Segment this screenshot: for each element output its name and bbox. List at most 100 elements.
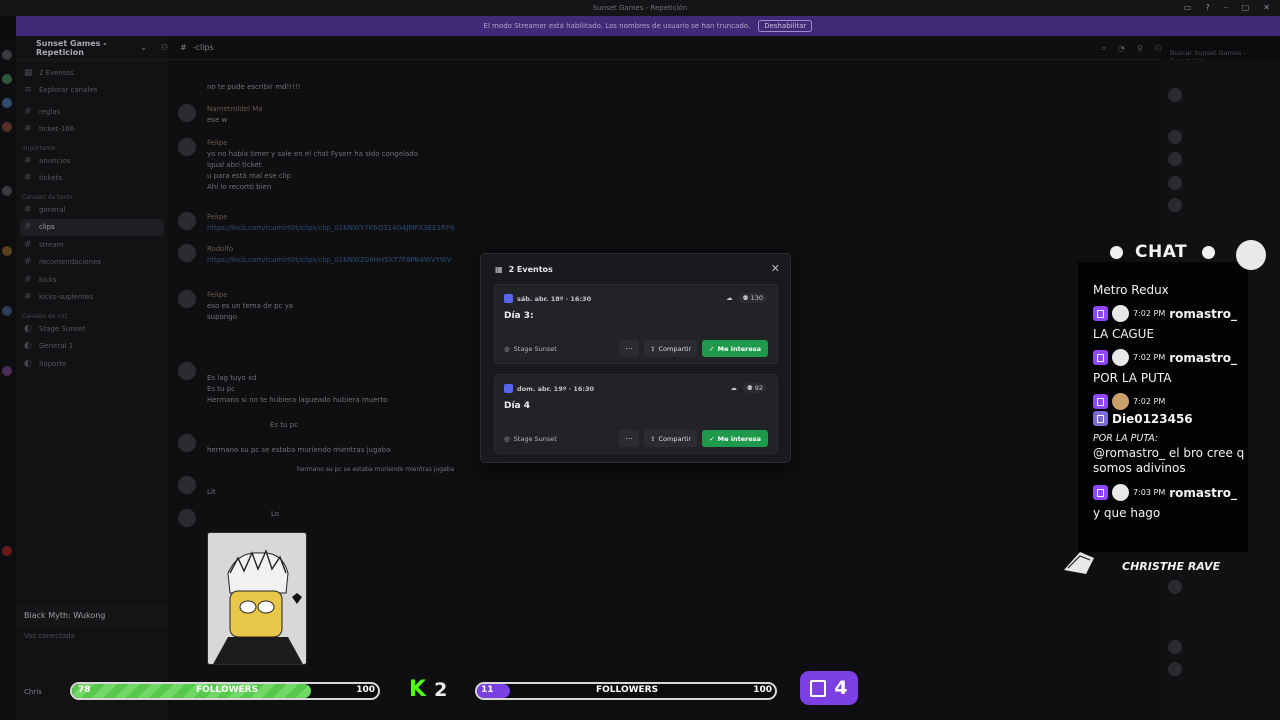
goal-count: 100 <box>753 685 772 695</box>
channel-item[interactable]: # reglas <box>16 103 168 121</box>
image-attachment[interactable] <box>207 532 307 665</box>
avatar[interactable] <box>178 244 196 262</box>
members-icon[interactable]: ⚇ <box>1155 44 1162 54</box>
channel-item[interactable]: # kicks-suplentes <box>16 289 168 307</box>
channel-item[interactable]: # tickets <box>16 170 168 188</box>
server-icon[interactable] <box>2 306 12 316</box>
mascot-icon <box>1236 240 1266 270</box>
channel-item[interactable]: # recomendaciones <box>16 254 168 272</box>
username: Chris <box>24 688 42 696</box>
count-badge: ⚉ 130 <box>738 293 767 303</box>
pin-icon[interactable]: ⚲ <box>1137 44 1143 54</box>
badge-icon <box>1093 411 1108 426</box>
server-icon[interactable] <box>2 366 12 376</box>
avatar <box>1168 640 1182 654</box>
activity-game[interactable]: Black Myth: Wukong <box>16 604 168 626</box>
message: Nametroldel Ma ese w <box>178 104 263 126</box>
member-item[interactable] <box>1168 662 1182 676</box>
server-icon[interactable] <box>2 246 12 256</box>
voice-channel-item[interactable]: ◐ Soporte <box>16 355 168 373</box>
member-item[interactable] <box>1168 580 1182 594</box>
close-window-icon[interactable]: ✕ <box>1263 3 1270 12</box>
member-item[interactable] <box>1168 176 1182 190</box>
inbox-icon[interactable]: ▭ <box>1184 3 1192 12</box>
member-item[interactable] <box>1168 640 1182 654</box>
event-card[interactable]: dom. abr. 19º · 16:30 ☁ ⚉ 92 Día 4 ◎ Stage… <box>494 374 778 454</box>
interested-button[interactable]: ✓ Me interesa <box>702 340 768 357</box>
events-modal: ▦ 2 Eventos ✕ sáb. abr. 18º · 16:30 ☁ ⚉ 1… <box>480 253 791 463</box>
maximize-icon[interactable]: □ <box>1242 3 1250 12</box>
avatar[interactable] <box>178 434 196 452</box>
interested-button[interactable]: ✓ Me interesa <box>702 430 768 447</box>
category-label[interactable]: importante <box>16 138 168 152</box>
category-label[interactable]: Canales de voz <box>16 306 168 320</box>
current-count: 78 <box>78 685 91 695</box>
event-title: Día 4 <box>504 401 531 411</box>
kick-count: 2 <box>434 679 448 701</box>
member-item[interactable] <box>1168 152 1182 166</box>
browse-channels-link[interactable]: ≡ Explorar canales <box>16 82 168 100</box>
avatar[interactable] <box>178 138 196 156</box>
channel-item[interactable]: # stream <box>16 236 168 254</box>
channel-name: -clips <box>192 43 214 52</box>
add-member-icon[interactable]: ⚇ <box>161 43 168 52</box>
browse-icon: ≡ <box>24 85 32 96</box>
twitch-logo-icon <box>810 679 827 697</box>
avatar[interactable] <box>178 509 196 527</box>
avatar[interactable] <box>178 212 196 230</box>
events-link[interactable]: ▦ 2 Eventos <box>16 64 168 82</box>
bell-icon[interactable]: ◔ <box>1118 44 1125 54</box>
category-label[interactable]: Canales de texto <box>16 187 168 201</box>
count-badge: ⚉ 92 <box>742 383 767 393</box>
event-card[interactable]: sáb. abr. 18º · 16:30 ☁ ⚉ 130 Día 3: ◎ Sta… <box>494 284 778 364</box>
calendar-icon: ▦ <box>24 67 33 78</box>
hash-icon: # <box>24 274 32 285</box>
twitch-icon <box>1093 485 1108 500</box>
reply-reference: POR LA PUTA: <box>1093 433 1159 444</box>
screen: Sunset Games - Repetición ▭ ? – □ ✕ El m… <box>0 0 1280 720</box>
voice-channel-item[interactable]: ◐ Stage Sunset <box>16 320 168 338</box>
member-item[interactable] <box>1168 198 1182 212</box>
avatar[interactable] <box>178 290 196 308</box>
twitch-icon <box>1093 394 1108 409</box>
share-button[interactable]: ⇪ Compartir <box>644 340 698 357</box>
message: Lit <box>178 476 216 498</box>
follower-goal-bar-right: 11 FOLLOWERS 100 <box>475 682 777 700</box>
channel-item[interactable]: # general <box>16 201 168 219</box>
voice-channel-item[interactable]: ◐ General 1 <box>16 338 168 356</box>
member-item[interactable] <box>1168 130 1182 144</box>
event-actions: ⋯ ⇪ Compartir ✓ Me interesa <box>619 340 768 357</box>
server-icon[interactable] <box>2 186 12 196</box>
streamer-logo-icon <box>1064 552 1094 574</box>
interested-count: ☁ ⚉ 92 <box>730 383 767 393</box>
more-options-button[interactable]: ⋯ <box>619 430 640 447</box>
server-icon[interactable] <box>2 74 12 84</box>
threads-icon[interactable]: ⌗ <box>1101 44 1106 54</box>
streamer-name: CHRISTHE RAVE <box>1122 560 1221 573</box>
server-icon[interactable] <box>2 50 12 60</box>
hash-icon: # <box>24 155 32 166</box>
chat-message-body: LA CAGUE <box>1093 327 1155 341</box>
server-header[interactable]: Sunset Games - Repeticion ⌄ ⚇ <box>16 36 168 60</box>
more-options-button[interactable]: ⋯ <box>619 340 640 357</box>
avatar[interactable] <box>178 362 196 380</box>
avatar[interactable] <box>178 104 196 122</box>
disable-streamer-button[interactable]: Deshabilitar <box>758 20 813 32</box>
channel-item[interactable]: # anuncios <box>16 152 168 170</box>
attendee-avatar-icon: ☁ <box>726 294 733 302</box>
server-icon[interactable] <box>2 98 12 108</box>
share-button[interactable]: ⇪ Compartir <box>644 430 698 447</box>
channel-item[interactable]: # ticket-166 <box>16 121 168 139</box>
calendar-icon <box>504 384 513 393</box>
close-icon[interactable]: ✕ <box>771 262 780 275</box>
server-icon[interactable] <box>2 122 12 132</box>
member-item[interactable] <box>1168 88 1182 102</box>
server-icon[interactable] <box>2 546 12 556</box>
hash-icon: # <box>180 43 187 52</box>
chat-line: Metro Redux <box>1093 283 1169 297</box>
avatar[interactable] <box>178 476 196 494</box>
channel-item[interactable]: # kicks <box>16 271 168 289</box>
help-icon[interactable]: ? <box>1205 3 1209 12</box>
channel-item-active[interactable]: # clips <box>20 218 164 236</box>
minimize-icon[interactable]: – <box>1224 3 1228 12</box>
